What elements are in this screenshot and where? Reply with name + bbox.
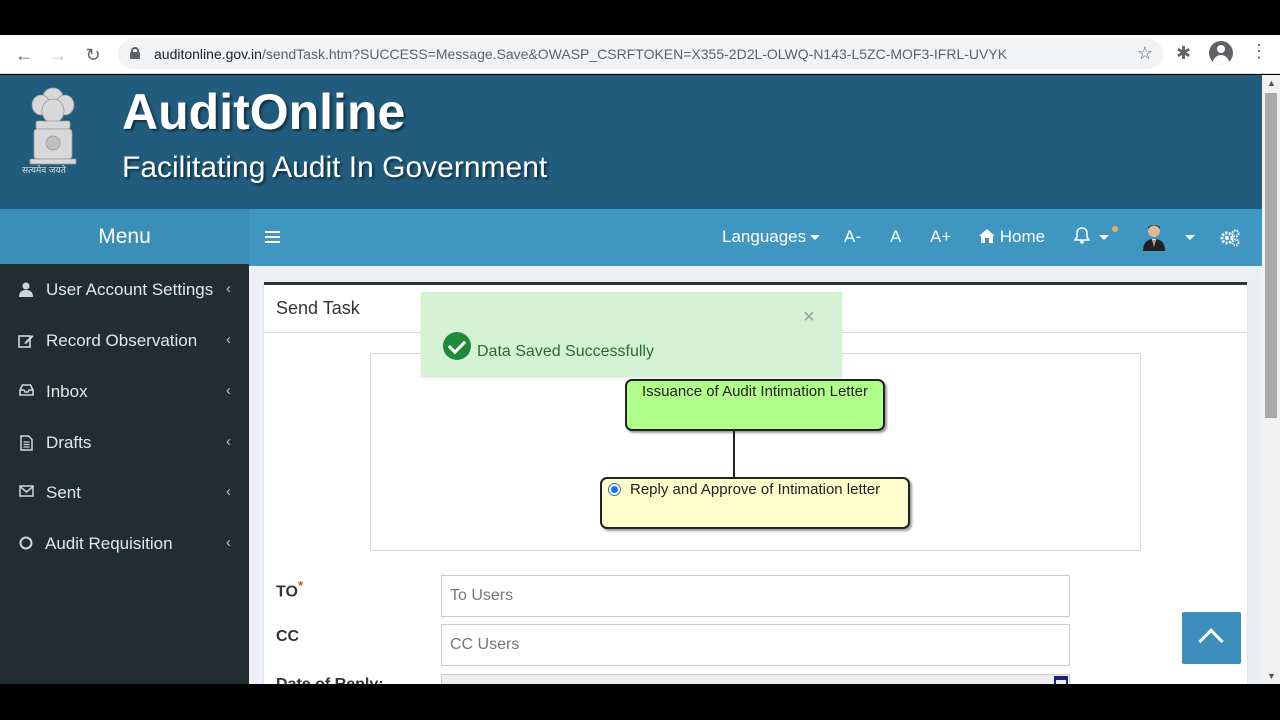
sidebar: User Account Settings ‹ Record Observati…: [0, 264, 249, 684]
file-icon: [18, 435, 34, 451]
home-icon: [979, 229, 995, 243]
sidebar-item-drafts[interactable]: Drafts ‹: [0, 419, 249, 469]
sidebar-item-audit-requisition[interactable]: Audit Requisition ‹: [0, 520, 249, 570]
sidebar-item-record-observation[interactable]: Record Observation ‹: [0, 317, 249, 367]
home-label: Home: [999, 227, 1046, 246]
languages-dropdown[interactable]: Languages: [722, 227, 821, 247]
browser-toolbar: ← → ↻ auditonline.gov.in/sendTask.htm?SU…: [0, 35, 1280, 74]
profile-icon[interactable]: [1209, 41, 1233, 65]
cc-users-input[interactable]: [441, 624, 1070, 666]
to-label: TO*: [276, 578, 303, 601]
languages-label: Languages: [722, 227, 807, 246]
to-users-input[interactable]: [441, 575, 1070, 617]
screen-top-border: [0, 0, 1280, 35]
user-menu-caret[interactable]: [1181, 227, 1195, 247]
to-label-text: TO: [276, 583, 298, 601]
toast-message: Data Saved Successfully: [477, 343, 654, 360]
menu-label: Menu: [98, 225, 151, 248]
user-avatar-icon[interactable]: [1142, 223, 1166, 251]
page: सत्यमेव जयते AuditOnline Facilitating Au…: [0, 75, 1262, 684]
site-banner: सत्यमेव जयते AuditOnline Facilitating Au…: [0, 75, 1262, 209]
font-increase-button[interactable]: A+: [930, 227, 951, 247]
workflow-connector: [733, 431, 735, 477]
edit-icon: [18, 333, 34, 349]
calendar-icon[interactable]: [1054, 676, 1068, 684]
browser-menu-icon[interactable]: ⋮: [1250, 41, 1268, 62]
card-title: Send Task: [276, 298, 360, 318]
user-icon: [18, 282, 34, 298]
sidebar-item-label: Record Observation: [46, 331, 198, 350]
cc-label: CC: [276, 628, 300, 645]
address-bar[interactable]: auditonline.gov.in/sendTask.htm?SUCCESS=…: [118, 39, 1163, 69]
check-circle-icon: [443, 332, 471, 360]
notification-badge: [1112, 226, 1118, 232]
sidebar-item-label: Drafts: [46, 433, 92, 452]
toast-close-button[interactable]: ×: [803, 306, 815, 329]
font-decrease-button[interactable]: A-: [844, 227, 861, 247]
menu-header: Menu: [0, 209, 249, 264]
site-subtitle: Facilitating Audit In Government: [122, 151, 548, 184]
chevron-up-icon: [1198, 628, 1224, 654]
forward-icon[interactable]: →: [46, 43, 70, 67]
workflow-node-label: Reply and Approve of Intimation letter: [630, 481, 881, 498]
chevron-left-icon: ‹: [226, 382, 231, 399]
date-of-reply-input[interactable]: [441, 674, 1070, 684]
settings-gears-icon[interactable]: [1220, 229, 1240, 247]
chevron-left-icon: ‹: [226, 280, 231, 297]
screen-bottom-border: [0, 684, 1280, 720]
emblem-caption: सत्यमेव जयते: [22, 165, 66, 175]
bookmark-star-icon[interactable]: ☆: [1137, 43, 1153, 64]
sidebar-item-label: Inbox: [46, 382, 88, 401]
scroll-down-arrow-icon[interactable]: ▼: [1267, 671, 1276, 681]
national-emblem-icon: [29, 87, 77, 165]
hamburger-icon[interactable]: [265, 231, 280, 243]
lock-icon: [130, 47, 140, 59]
caret-down-icon: [1098, 235, 1109, 241]
extensions-icon[interactable]: ✱: [1176, 43, 1191, 64]
workflow-node-issuance[interactable]: Issuance of Audit Intimation Letter: [625, 379, 885, 431]
chevron-left-icon: ‹: [226, 433, 231, 450]
caret-down-icon: [1185, 235, 1195, 241]
date-of-reply-label: Date of Reply:: [276, 676, 384, 684]
top-navbar: Languages A- A A+ Home: [249, 209, 1262, 266]
circle-icon: [18, 536, 34, 552]
sidebar-item-user-account-settings[interactable]: User Account Settings ‹: [0, 266, 249, 316]
required-marker: *: [297, 578, 304, 593]
scrollbar-thumb[interactable]: [1265, 93, 1277, 418]
sidebar-item-inbox[interactable]: Inbox ‹: [0, 368, 249, 418]
sidebar-item-label: Sent: [46, 483, 81, 502]
caret-down-icon: [810, 235, 821, 241]
url-host: auditonline.gov.in: [154, 46, 262, 62]
site-title[interactable]: AuditOnline: [122, 83, 405, 141]
workflow-diagram: Issuance of Audit Intimation Letter Repl…: [370, 353, 1141, 551]
chevron-left-icon: ‹: [226, 331, 231, 348]
sidebar-item-label: User Account Settings: [46, 280, 214, 299]
font-normal-button[interactable]: A: [890, 227, 901, 247]
notifications-dropdown[interactable]: [1073, 227, 1109, 247]
inbox-icon: [18, 384, 34, 400]
envelope-icon: [18, 485, 34, 501]
sidebar-item-sent[interactable]: Sent ‹: [0, 469, 249, 519]
sidebar-item-label: Audit Requisition: [45, 534, 173, 553]
success-toast: Data Saved Successfully ×: [421, 292, 842, 377]
page-scrollbar[interactable]: ▲ ▼: [1262, 75, 1280, 684]
workflow-radio-selected[interactable]: [608, 483, 621, 496]
url-text[interactable]: auditonline.gov.in/sendTask.htm?SUCCESS=…: [154, 46, 1007, 62]
chevron-left-icon: ‹: [226, 534, 231, 551]
home-link[interactable]: Home: [979, 227, 1045, 247]
bell-icon: [1073, 227, 1091, 244]
url-path: /sendTask.htm?SUCCESS=Message.Save&OWASP…: [261, 46, 1008, 62]
workflow-node-reply-approve[interactable]: Reply and Approve of Intimation letter: [600, 477, 910, 529]
chevron-left-icon: ‹: [226, 483, 231, 500]
scroll-up-arrow-icon[interactable]: ▲: [1267, 78, 1276, 88]
back-icon[interactable]: ←: [12, 43, 36, 67]
scroll-to-top-button[interactable]: [1182, 612, 1241, 664]
reload-icon[interactable]: ↻: [81, 43, 105, 67]
